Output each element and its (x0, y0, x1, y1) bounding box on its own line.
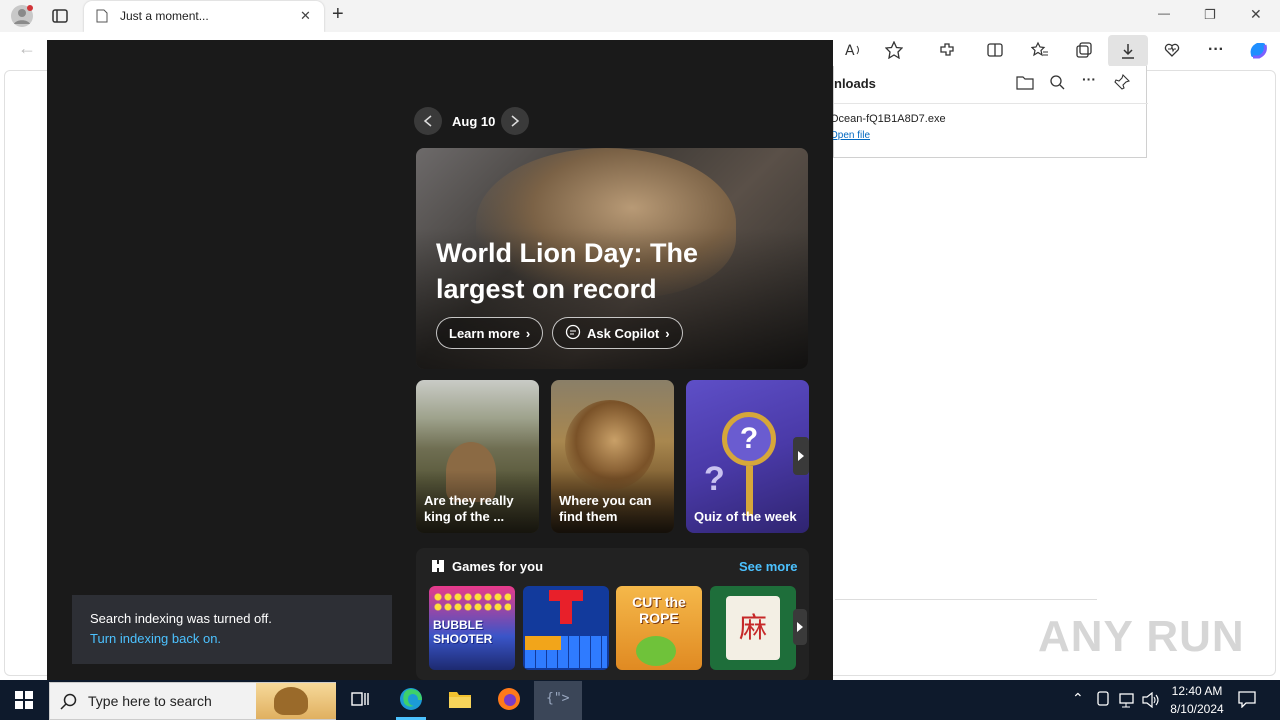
game-title: BUBBLE SHOOTER (433, 618, 493, 646)
game-tile-mahjong[interactable]: 麻 (710, 586, 796, 670)
hero-story-card[interactable]: World Lion Day: The largest on record Le… (416, 148, 808, 369)
ask-copilot-button[interactable]: Ask Copilot › (552, 317, 683, 349)
terminal-icon: {"> (546, 691, 570, 706)
restore-button[interactable]: ❐ (1204, 7, 1216, 23)
downloads-panel: nloads ··· Ocean-fQ1B1A8D7.exe Open file (830, 66, 1148, 158)
task-view-icon[interactable] (350, 690, 370, 715)
see-more-link[interactable]: See more (739, 559, 798, 574)
read-aloud-icon[interactable]: A (840, 36, 868, 64)
mahjong-tile: 麻 (726, 596, 780, 660)
taskbar-search-box[interactable]: Type here to search (49, 682, 336, 720)
search-downloads-icon[interactable] (1049, 74, 1065, 95)
tab-actions-icon[interactable] (46, 2, 74, 30)
divider (834, 103, 1148, 104)
clock-time[interactable]: 12:40 AM (1169, 684, 1225, 698)
open-folder-icon[interactable] (1016, 74, 1034, 95)
om-nom-shape (636, 636, 676, 666)
device-icon[interactable] (1096, 691, 1110, 712)
chevron-right-icon: › (525, 325, 531, 341)
close-window-button[interactable]: ✕ (1250, 6, 1262, 23)
new-tab-button[interactable]: + (332, 3, 344, 26)
file-explorer-icon[interactable] (448, 688, 472, 715)
minimize-button[interactable]: — (1158, 6, 1170, 20)
start-news-panel: Aug 10 World Lion Day: The largest on re… (47, 40, 833, 680)
back-arrow-icon[interactable]: ← (18, 38, 36, 59)
watermark-logo: ANY RUN (1038, 612, 1245, 661)
learn-more-button[interactable]: Learn more › (436, 317, 544, 349)
game-controller-icon (430, 558, 446, 579)
browser-title-bar: Just a moment... ✕ + — ❐ ✕ (0, 0, 1280, 32)
games-title: Games for you (452, 559, 544, 574)
extensions-icon[interactable] (933, 36, 961, 64)
windows-start-icon[interactable] (14, 690, 34, 715)
clock-date[interactable]: 8/10/2024 (1166, 702, 1228, 716)
download-file-name: Ocean-fQ1B1A8D7.exe (830, 113, 946, 125)
firefox-icon[interactable] (497, 687, 521, 716)
game-title: CUT the ROPE (632, 594, 686, 626)
terminal-app-button[interactable]: {"> (534, 681, 582, 720)
close-tab-icon[interactable]: ✕ (300, 8, 311, 24)
turn-indexing-on-link[interactable]: Turn indexing back on. (90, 631, 221, 646)
network-icon[interactable] (1118, 692, 1136, 713)
copilot-icon[interactable] (1244, 36, 1272, 64)
divider (835, 599, 1097, 600)
favorite-star-icon[interactable] (880, 36, 908, 64)
notification-message: Search indexing was turned off. (90, 611, 272, 626)
favorites-list-icon[interactable] (1026, 36, 1054, 64)
browser-essentials-icon[interactable] (1158, 36, 1186, 64)
collections-icon[interactable] (1070, 36, 1098, 64)
next-cards-button[interactable] (793, 437, 809, 475)
pin-icon[interactable] (1114, 73, 1131, 95)
edge-icon[interactable] (398, 686, 424, 717)
next-games-button[interactable] (793, 609, 807, 645)
magnifier-question-icon: ? (722, 412, 776, 466)
hero-title: World Lion Day: The largest on record (436, 238, 698, 304)
split-screen-icon[interactable] (981, 36, 1009, 64)
downloads-more-icon[interactable]: ··· (1082, 71, 1096, 87)
downloads-title: nloads (834, 76, 876, 91)
chat-bubble-icon (565, 324, 581, 343)
more-options-icon[interactable]: ··· (1202, 36, 1230, 64)
story-title: Are they really (424, 493, 514, 508)
open-file-link[interactable]: Open file (830, 130, 870, 141)
quiz-card[interactable]: ? ? Quiz of the week (686, 380, 809, 533)
show-hidden-icons-chevron-icon[interactable]: ⌃ (1072, 690, 1084, 707)
story-card[interactable]: Are they really king of the ... (416, 380, 539, 533)
date-label: Aug 10 (452, 114, 496, 129)
tab-title: Just a moment... (120, 9, 209, 23)
svg-text:A: A (845, 43, 855, 58)
game-tile-blocks[interactable] (523, 586, 609, 670)
chevron-right-icon: › (665, 325, 670, 341)
game-tile-cut-the-rope[interactable]: CUT the ROPE (616, 586, 702, 670)
game-tile-bubble-shooter[interactable]: BUBBLE SHOOTER (429, 586, 515, 670)
story-title: Quiz of the week (694, 509, 797, 524)
search-highlight-lion-image (256, 683, 336, 719)
search-indexing-notification: Search indexing was turned off. Turn ind… (72, 595, 392, 664)
search-placeholder: Type here to search (88, 693, 212, 709)
profile-avatar-icon[interactable] (8, 2, 36, 30)
previous-day-button[interactable] (414, 107, 442, 135)
story-card[interactable]: Where you can find them (551, 380, 674, 533)
downloads-icon[interactable] (1108, 35, 1148, 67)
next-day-button[interactable] (501, 107, 529, 135)
search-icon (60, 693, 78, 716)
page-icon (96, 9, 108, 28)
notification-center-icon[interactable] (1238, 690, 1256, 713)
story-title: Where you can (559, 493, 652, 508)
tab-active[interactable]: Just a moment... ✕ (84, 1, 324, 32)
volume-icon[interactable] (1142, 691, 1160, 713)
